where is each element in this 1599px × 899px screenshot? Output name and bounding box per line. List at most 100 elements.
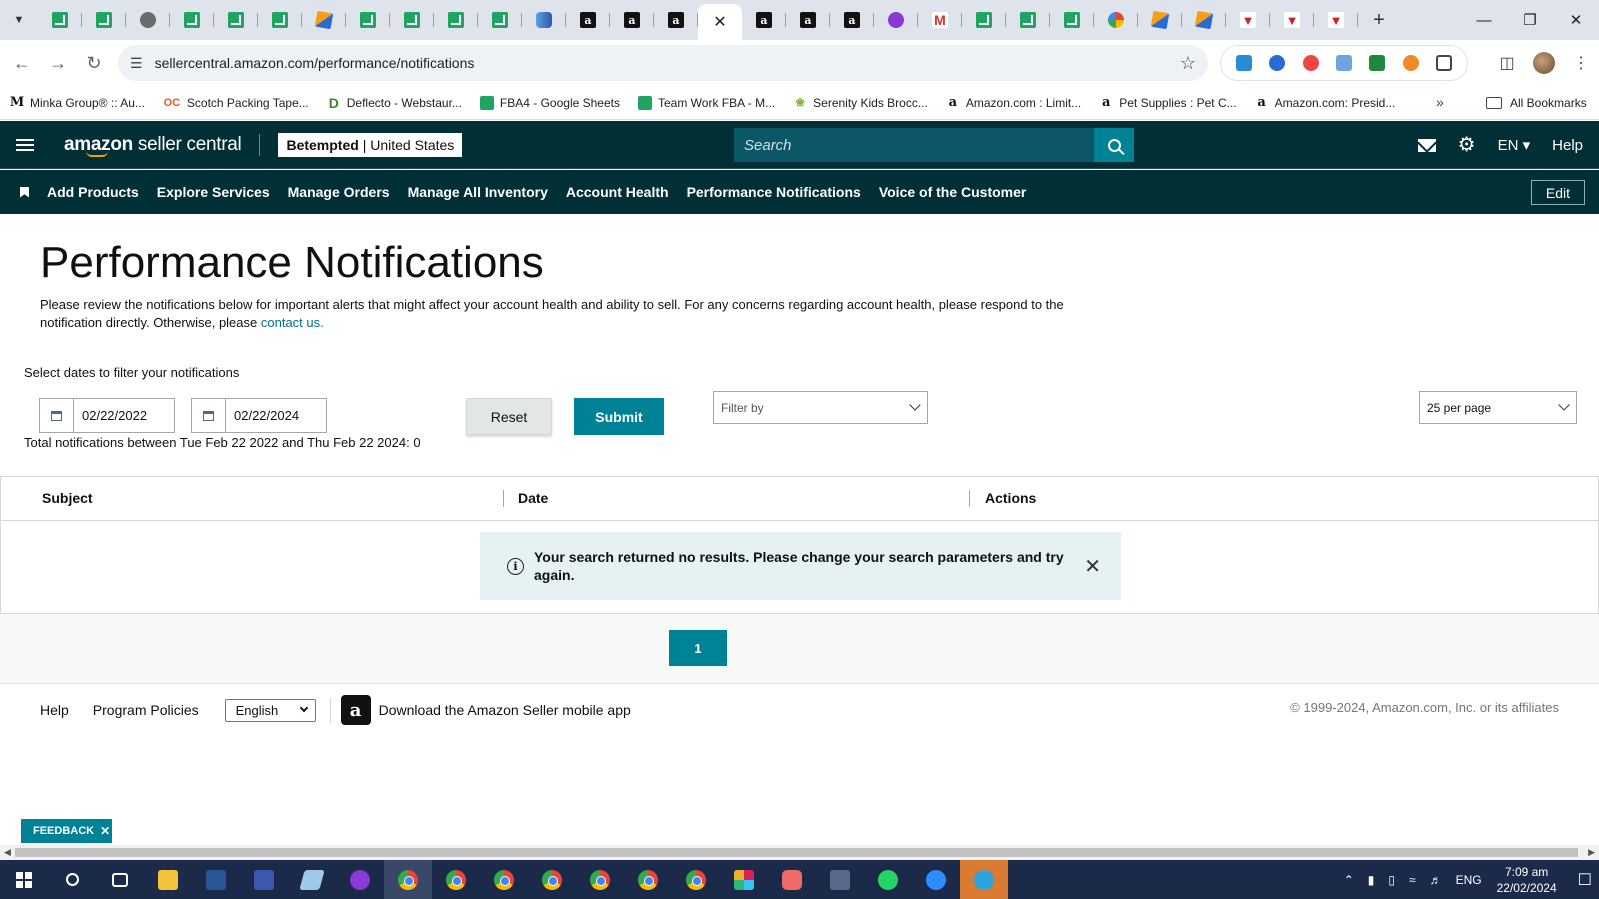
taskbar-app[interactable]: [912, 860, 960, 899]
close-icon[interactable]: ✕: [1084, 554, 1101, 579]
chevron-up-icon[interactable]: ⌃: [1344, 873, 1354, 887]
scroll-left-icon[interactable]: ◀: [4, 847, 11, 858]
nav-account-health[interactable]: Account Health: [566, 184, 669, 200]
taskbar-app[interactable]: [240, 860, 288, 899]
close-window-icon[interactable]: ✕: [1553, 0, 1599, 40]
extension-icon[interactable]: [1335, 55, 1352, 71]
taskbar-app[interactable]: [768, 860, 816, 899]
per-page-dropdown[interactable]: 25 per page: [1419, 391, 1577, 424]
column-header-actions[interactable]: Actions: [985, 490, 1036, 506]
all-bookmarks-button[interactable]: All Bookmarks: [1486, 86, 1587, 120]
tab[interactable]: a: [742, 4, 786, 36]
taskbar-app-chrome[interactable]: [528, 860, 576, 899]
bookmark-item[interactable]: M Minka Group® :: Au...: [10, 95, 145, 110]
url-text[interactable]: sellercentral.amazon.com/performance/not…: [155, 55, 1180, 71]
seller-central-logo[interactable]: amazon seller central: [64, 134, 242, 157]
account-switcher[interactable]: Betempted | United States: [278, 132, 463, 157]
tab[interactable]: a: [830, 4, 874, 36]
date-from-value[interactable]: 02/22/2022: [74, 408, 147, 423]
extension-icon[interactable]: [1369, 55, 1386, 71]
mail-icon[interactable]: [1417, 138, 1436, 152]
new-tab-button[interactable]: +: [1364, 5, 1394, 35]
site-info-icon[interactable]: ☰: [130, 55, 143, 72]
tab[interactable]: M: [918, 4, 962, 36]
tab[interactable]: a: [566, 4, 610, 36]
column-header-subject[interactable]: Subject: [42, 490, 93, 506]
extension-icon[interactable]: [1269, 55, 1286, 71]
footer-program-policies-link[interactable]: Program Policies: [93, 702, 199, 718]
restore-icon[interactable]: ❐: [1507, 0, 1553, 40]
tab[interactable]: [1182, 4, 1226, 36]
footer-language-select[interactable]: English: [224, 698, 316, 722]
gear-icon[interactable]: ⚙: [1458, 135, 1476, 155]
tab[interactable]: [874, 4, 918, 36]
feedback-button[interactable]: FEEDBACK ✕: [21, 819, 112, 843]
microphone-icon[interactable]: ▮: [1368, 873, 1375, 887]
bookmark-icon[interactable]: [20, 186, 29, 198]
footer-help-link[interactable]: Help: [40, 702, 69, 718]
bookmark-item[interactable]: a Amazon.com : Limit...: [946, 95, 1082, 110]
battery-icon[interactable]: ▯: [1388, 873, 1395, 887]
bookmark-item[interactable]: OC Scotch Packing Tape...: [163, 96, 309, 110]
scroll-right-icon[interactable]: ▶: [1588, 847, 1595, 858]
more-bookmarks-button[interactable]: »: [1436, 94, 1444, 110]
tab[interactable]: [214, 4, 258, 36]
language-selector[interactable]: EN ▾: [1498, 136, 1531, 154]
volume-icon[interactable]: ♬: [1430, 873, 1442, 887]
profile-avatar[interactable]: [1533, 52, 1555, 74]
nav-performance-notifications[interactable]: Performance Notifications: [687, 184, 861, 200]
forward-button[interactable]: →: [40, 45, 76, 81]
tab[interactable]: a: [610, 4, 654, 36]
tab[interactable]: [434, 4, 478, 36]
tab[interactable]: [1138, 4, 1182, 36]
kebab-menu-icon[interactable]: ⋮: [1563, 53, 1599, 73]
puzzle-icon[interactable]: [1436, 55, 1453, 71]
tab[interactable]: [1094, 4, 1138, 36]
tab[interactable]: ▼: [1314, 4, 1358, 36]
taskbar-app[interactable]: [960, 860, 1008, 899]
date-to-value[interactable]: 02/22/2024: [226, 408, 299, 423]
column-header-date[interactable]: Date: [518, 490, 548, 506]
back-button[interactable]: ←: [4, 45, 40, 81]
tab[interactable]: [478, 4, 522, 36]
nav-manage-orders[interactable]: Manage Orders: [288, 184, 390, 200]
nav-voice-of-the-customer[interactable]: Voice of the Customer: [879, 184, 1027, 200]
tab[interactable]: [962, 4, 1006, 36]
reload-button[interactable]: ↻: [76, 45, 112, 81]
bookmark-item[interactable]: a Pet Supplies : Pet C...: [1099, 95, 1237, 110]
side-panel-icon[interactable]: ◫: [1489, 53, 1525, 73]
tab[interactable]: [346, 4, 390, 36]
tab[interactable]: a: [786, 4, 830, 36]
bookmark-item[interactable]: a Amazon.com: Presid...: [1255, 95, 1395, 110]
tab-search-button[interactable]: ▼: [0, 0, 38, 40]
close-icon[interactable]: ✕: [100, 824, 110, 838]
search-input[interactable]: Search: [734, 128, 1094, 162]
bookmark-item[interactable]: FBA4 - Google Sheets: [479, 95, 620, 110]
calendar-button[interactable]: [192, 399, 226, 432]
minimize-icon[interactable]: —: [1461, 0, 1507, 40]
taskbar-search-button[interactable]: [48, 860, 96, 899]
tab[interactable]: [1050, 4, 1094, 36]
search-button[interactable]: [1094, 128, 1134, 162]
filter-by-dropdown[interactable]: Filter by: [713, 391, 928, 424]
taskbar-app[interactable]: [288, 860, 336, 899]
help-link[interactable]: Help: [1552, 137, 1583, 154]
taskbar-app-chrome[interactable]: [432, 860, 480, 899]
task-view-button[interactable]: [96, 860, 144, 899]
tab[interactable]: a: [654, 4, 698, 36]
tab[interactable]: [258, 4, 302, 36]
taskbar-app[interactable]: [720, 860, 768, 899]
date-from-field[interactable]: 02/22/2022: [39, 398, 175, 433]
notifications-icon[interactable]: ☐: [1578, 870, 1592, 890]
tab[interactable]: ▼: [1226, 4, 1270, 36]
mobile-app-link[interactable]: Download the Amazon Seller mobile app: [379, 702, 631, 718]
extension-icon[interactable]: [1402, 55, 1419, 71]
contact-us-link[interactable]: contact us.: [261, 315, 324, 330]
calendar-button[interactable]: [40, 399, 74, 432]
address-bar[interactable]: ☰ sellercentral.amazon.com/performance/n…: [118, 45, 1208, 81]
taskbar-app-chrome[interactable]: [384, 860, 432, 899]
tab[interactable]: [126, 4, 170, 36]
tab[interactable]: [302, 4, 346, 36]
tab-active[interactable]: ✕: [698, 4, 742, 40]
hamburger-menu-icon[interactable]: [16, 138, 34, 151]
